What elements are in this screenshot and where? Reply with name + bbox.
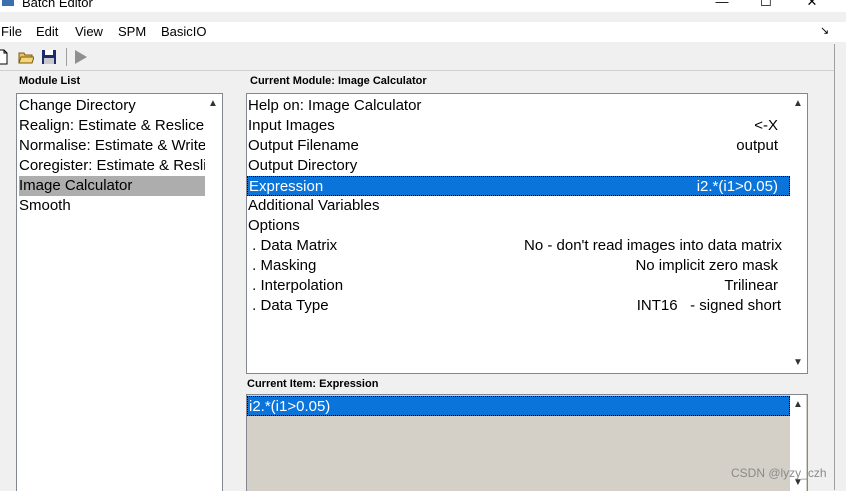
current-module-list[interactable]: Help on: Image Calculator Input Images <… bbox=[246, 93, 808, 374]
current-item-box[interactable]: i2.*(i1>0.05) ▲ ▼ bbox=[246, 394, 808, 491]
current-item-title: Current Item: Expression bbox=[247, 378, 379, 390]
current-module-scrollbar[interactable]: ▲ ▼ bbox=[790, 94, 806, 373]
run-icon[interactable] bbox=[73, 49, 89, 65]
option-label: . Interpolation bbox=[248, 277, 344, 294]
window-title: Batch Editor bbox=[22, 0, 93, 10]
module-option-row[interactable]: Input Images <-X bbox=[248, 116, 788, 136]
scroll-up-icon[interactable]: ▲ bbox=[790, 397, 806, 413]
menu-edit[interactable]: Edit bbox=[36, 24, 58, 39]
watermark: CSDN @lyzy_czh bbox=[731, 466, 827, 480]
module-list-title: Module List bbox=[19, 75, 81, 87]
option-value: output bbox=[736, 137, 778, 154]
option-label: Options bbox=[248, 217, 300, 234]
open-folder-icon[interactable] bbox=[18, 49, 35, 65]
module-option-row[interactable]: Help on: Image Calculator bbox=[248, 96, 788, 116]
maximize-button[interactable]: ☐ bbox=[752, 0, 780, 11]
app-icon bbox=[2, 0, 14, 6]
menu-bar: File Edit View SPM BasicIO ↘ bbox=[0, 22, 846, 42]
option-label: Additional Variables bbox=[248, 197, 380, 214]
menu-view[interactable]: View bbox=[75, 24, 103, 39]
menu-spm[interactable]: SPM bbox=[118, 24, 146, 39]
option-label: Help on: Image Calculator bbox=[248, 97, 422, 114]
option-label: . Data Matrix bbox=[248, 237, 338, 254]
window-frame-edge bbox=[834, 44, 835, 490]
dock-icon[interactable]: ↘ bbox=[820, 24, 829, 37]
module-option-row-selected[interactable]: Expression i2.*(i1>0.05) bbox=[247, 176, 790, 196]
menu-basicio[interactable]: BasicIO bbox=[161, 24, 207, 39]
module-option-row[interactable]: . Interpolation Trilinear bbox=[248, 276, 788, 296]
scroll-down-icon[interactable]: ▼ bbox=[790, 355, 806, 371]
module-list-scrollbar[interactable]: ▲ bbox=[205, 94, 221, 491]
option-label: Output Filename bbox=[248, 137, 359, 154]
module-option-row[interactable]: Output Filename output bbox=[248, 136, 788, 156]
option-label: Expression bbox=[249, 178, 324, 195]
current-module-title: Current Module: Image Calculator bbox=[250, 75, 427, 87]
module-item[interactable]: Normalise: Estimate & Write bbox=[19, 136, 205, 156]
module-item[interactable]: Coregister: Estimate & Reslice bbox=[19, 156, 205, 176]
title-bar: Batch Editor — ☐ ✕ bbox=[0, 0, 846, 12]
option-value: <-X bbox=[754, 117, 778, 134]
menu-file[interactable]: File bbox=[1, 24, 22, 39]
module-option-row[interactable]: . Data Matrix No - don't read images int… bbox=[248, 236, 788, 256]
close-button[interactable]: ✕ bbox=[798, 0, 826, 11]
option-value: No - don't read images into data matrix bbox=[524, 237, 782, 254]
current-item-value[interactable]: i2.*(i1>0.05) bbox=[247, 396, 790, 416]
scroll-up-icon[interactable]: ▲ bbox=[790, 96, 806, 112]
current-item-text: i2.*(i1>0.05) bbox=[249, 398, 331, 415]
toolbar bbox=[0, 44, 834, 71]
option-value: Trilinear bbox=[724, 277, 778, 294]
option-label: Input Images bbox=[248, 117, 335, 134]
module-option-row[interactable]: . Data Type INT16 - signed short bbox=[248, 296, 788, 316]
module-item[interactable]: Realign: Estimate & Reslice bbox=[19, 116, 205, 136]
option-label: . Data Type bbox=[248, 297, 329, 314]
module-list[interactable]: Change Directory Realign: Estimate & Res… bbox=[16, 93, 223, 491]
module-item[interactable]: Smooth bbox=[19, 196, 205, 216]
save-icon[interactable] bbox=[41, 49, 57, 65]
module-option-row[interactable]: . Masking No implicit zero mask bbox=[248, 256, 788, 276]
option-label: Output Directory bbox=[248, 157, 358, 174]
option-value: i2.*(i1>0.05) bbox=[696, 178, 778, 195]
new-file-icon[interactable] bbox=[0, 49, 10, 65]
option-label: . Masking bbox=[248, 257, 317, 274]
toolbar-separator bbox=[66, 48, 67, 66]
module-option-row[interactable]: Options bbox=[248, 216, 788, 236]
module-option-row[interactable]: Additional Variables bbox=[248, 196, 788, 216]
module-item[interactable]: Change Directory bbox=[19, 96, 205, 116]
module-option-row[interactable]: Output Directory bbox=[248, 156, 788, 176]
option-value: No implicit zero mask bbox=[635, 257, 778, 274]
scroll-up-icon[interactable]: ▲ bbox=[205, 96, 221, 112]
option-value: INT16 - signed short bbox=[636, 297, 781, 314]
minimize-button[interactable]: — bbox=[708, 0, 736, 11]
module-item-selected[interactable]: Image Calculator bbox=[19, 176, 205, 196]
